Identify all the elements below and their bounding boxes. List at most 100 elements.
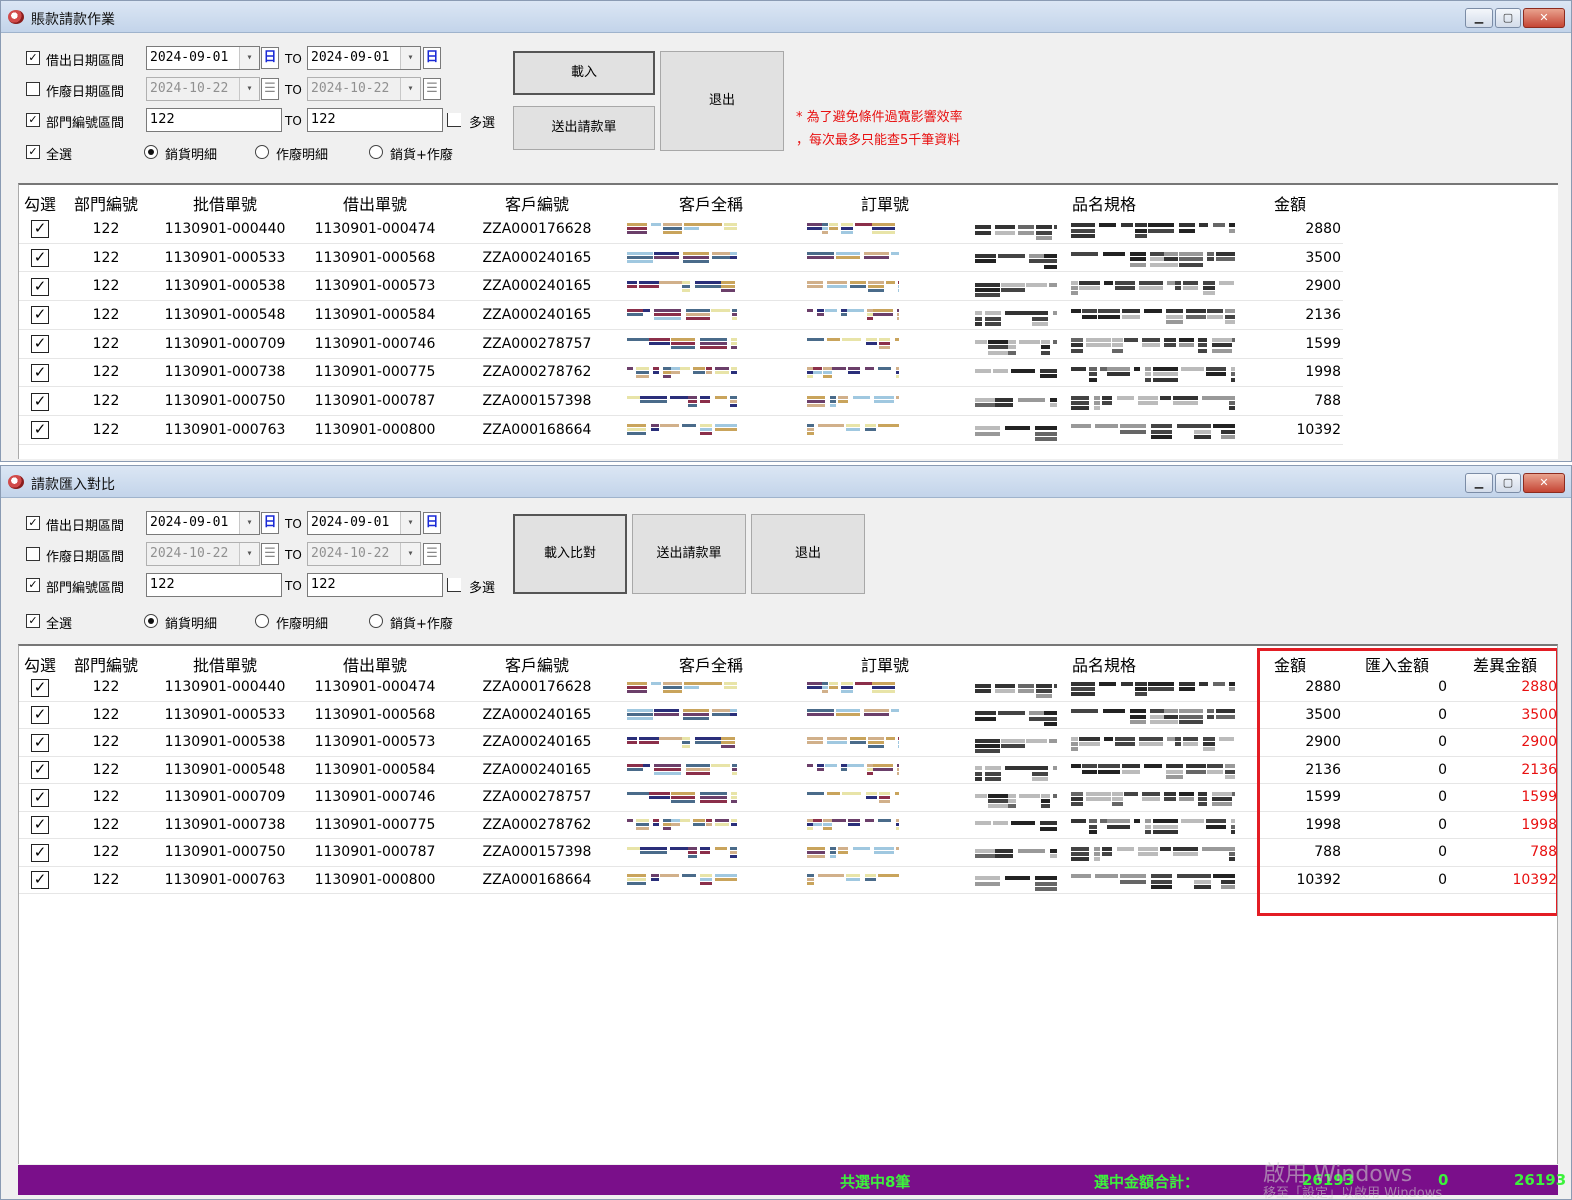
column-header[interactable]: 訂單號 <box>799 652 971 676</box>
column-header[interactable]: 訂單號 <box>799 191 971 215</box>
row-checkbox[interactable]: ✓ <box>31 220 49 239</box>
load-compare-button[interactable]: 載入比對 <box>513 514 627 594</box>
calendar-button[interactable]: 日 <box>261 512 279 534</box>
column-header[interactable]: 客戶編號 <box>451 652 623 676</box>
multi-select-checkbox[interactable] <box>447 113 461 127</box>
chevron-down-icon[interactable]: ▾ <box>400 47 420 69</box>
cell-borrow-no: 1130901-000474 <box>314 679 436 696</box>
maximize-button[interactable]: ▢ <box>1495 473 1521 493</box>
calendar-button[interactable]: 日 <box>423 47 441 69</box>
radio-both[interactable] <box>369 614 383 628</box>
chevron-down-icon[interactable]: ▾ <box>400 512 420 534</box>
table-row[interactable]: ✓ 122 1130901-000548 1130901-000584 ZZA00024… <box>19 301 1558 330</box>
dept-to-input[interactable]: 122 <box>307 108 443 132</box>
row-checkbox[interactable]: ✓ <box>31 816 49 835</box>
row-checkbox[interactable]: ✓ <box>31 843 49 862</box>
column-header[interactable]: 客戶全稱 <box>625 652 797 676</box>
exit-button[interactable]: 退出 <box>660 51 784 151</box>
close-button[interactable]: ✕ <box>1523 473 1565 493</box>
titlebar: 請款匯入對比 ▁ ▢ ✕ <box>1 466 1571 498</box>
void-date-label: 作廢日期區間 <box>46 85 125 100</box>
borrow-date-checkbox[interactable]: ✓ <box>26 51 40 65</box>
chevron-down-icon[interactable]: ▾ <box>239 512 259 534</box>
maximize-button[interactable]: ▢ <box>1495 8 1521 28</box>
column-header[interactable]: 借出單號 <box>301 191 449 215</box>
column-header[interactable]: 批借單號 <box>151 191 299 215</box>
column-header[interactable]: 部門編號 <box>63 652 149 676</box>
column-header[interactable]: 部門編號 <box>63 191 149 215</box>
multi-select-checkbox[interactable] <box>447 578 461 592</box>
void-date-checkbox[interactable] <box>26 82 40 96</box>
row-checkbox[interactable]: ✓ <box>31 335 49 354</box>
radio-both[interactable] <box>369 145 383 159</box>
row-checkbox[interactable]: ✓ <box>31 249 49 268</box>
column-header[interactable]: 借出單號 <box>301 652 449 676</box>
borrow-date-from-value: 2024-09-01 <box>150 50 229 65</box>
dept-from-input[interactable]: 122 <box>146 573 282 597</box>
borrow-date-from[interactable]: 2024-09-01 ▾ <box>146 511 260 535</box>
row-checkbox[interactable]: ✓ <box>31 277 49 296</box>
row-checkbox[interactable]: ✓ <box>31 678 49 697</box>
cell-dept: 122 <box>92 706 120 723</box>
window-billing: 賬款請款作業 ▁ ▢ ✕ ✓ 借出日期區間 2024-09-01 ▾ 日 TO 2024-0… <box>0 0 1572 462</box>
dept-checkbox[interactable]: ✓ <box>26 113 40 127</box>
dept-to-input[interactable]: 122 <box>307 573 443 597</box>
void-date-checkbox[interactable] <box>26 547 40 561</box>
dept-label: 部門編號區間 <box>46 581 125 596</box>
send-invoice-button[interactable]: 送出請款單 <box>632 514 746 594</box>
chevron-down-icon[interactable]: ▾ <box>239 47 259 69</box>
cell-customer-no: ZZA000240165 <box>482 734 592 751</box>
column-header[interactable]: 勾選 <box>19 191 61 215</box>
dept-from-input[interactable]: 122 <box>146 108 282 132</box>
table-row[interactable]: ✓ 122 1130901-000763 1130901-000800 ZZA00016… <box>19 416 1558 445</box>
row-checkbox[interactable]: ✓ <box>31 706 49 725</box>
column-header[interactable]: 客戶編號 <box>451 191 623 215</box>
close-button[interactable]: ✕ <box>1523 8 1565 28</box>
send-invoice-button[interactable]: 送出請款單 <box>513 106 655 150</box>
cell-customer-no: ZZA000157398 <box>482 844 592 861</box>
radio-void[interactable] <box>255 614 269 628</box>
minimize-button[interactable]: ▁ <box>1465 473 1493 493</box>
column-header[interactable]: 金額 <box>1237 191 1343 215</box>
redacted-order-no <box>807 791 899 804</box>
minimize-button[interactable]: ▁ <box>1465 8 1493 28</box>
borrow-date-to[interactable]: 2024-09-01 ▾ <box>307 511 421 535</box>
row-checkbox[interactable]: ✓ <box>31 421 49 440</box>
column-header[interactable]: 品名規格 <box>973 652 1235 676</box>
column-header[interactable]: 批借單號 <box>151 652 299 676</box>
cell-customer-no: ZZA000278762 <box>482 364 592 381</box>
row-checkbox[interactable]: ✓ <box>31 733 49 752</box>
radio-sales[interactable] <box>144 145 158 159</box>
table-row[interactable]: ✓ 122 1130901-000738 1130901-000775 ZZA00027… <box>19 359 1558 388</box>
void-date-from: 2024-10-22 ▾ <box>146 77 260 101</box>
table-row[interactable]: ✓ 122 1130901-000533 1130901-000568 ZZA00024… <box>19 244 1558 273</box>
redacted-product-spec-b <box>1071 395 1235 412</box>
table-row[interactable]: ✓ 122 1130901-000440 1130901-000474 ZZA00017… <box>19 215 1558 244</box>
row-checkbox[interactable]: ✓ <box>31 392 49 411</box>
table-row[interactable]: ✓ 122 1130901-000709 1130901-000746 ZZA00027… <box>19 330 1558 359</box>
calendar-button[interactable]: 日 <box>423 512 441 534</box>
borrow-date-from[interactable]: 2024-09-01 ▾ <box>146 46 260 70</box>
row-checkbox[interactable]: ✓ <box>31 871 49 890</box>
exit-button[interactable]: 退出 <box>751 514 865 594</box>
redacted-order-no <box>807 846 899 859</box>
radio-void[interactable] <box>255 145 269 159</box>
table-row[interactable]: ✓ 122 1130901-000538 1130901-000573 ZZA00024… <box>19 272 1558 301</box>
radio-sales[interactable] <box>144 614 158 628</box>
row-checkbox[interactable]: ✓ <box>31 363 49 382</box>
column-header[interactable]: 勾選 <box>19 652 61 676</box>
dept-checkbox[interactable]: ✓ <box>26 578 40 592</box>
row-checkbox[interactable]: ✓ <box>31 788 49 807</box>
column-header[interactable]: 品名規格 <box>973 191 1235 215</box>
calendar-button[interactable]: 日 <box>261 47 279 69</box>
select-all-checkbox[interactable]: ✓ <box>26 614 40 628</box>
row-checkbox[interactable]: ✓ <box>31 306 49 325</box>
column-header[interactable]: 客戶全稱 <box>625 191 797 215</box>
row-checkbox[interactable]: ✓ <box>31 761 49 780</box>
load-button[interactable]: 載入 <box>513 51 655 95</box>
highlight-box <box>1257 648 1557 916</box>
select-all-checkbox[interactable]: ✓ <box>26 145 40 159</box>
table-row[interactable]: ✓ 122 1130901-000750 1130901-000787 ZZA00015… <box>19 387 1558 416</box>
borrow-date-to[interactable]: 2024-09-01 ▾ <box>307 46 421 70</box>
borrow-date-checkbox[interactable]: ✓ <box>26 516 40 530</box>
